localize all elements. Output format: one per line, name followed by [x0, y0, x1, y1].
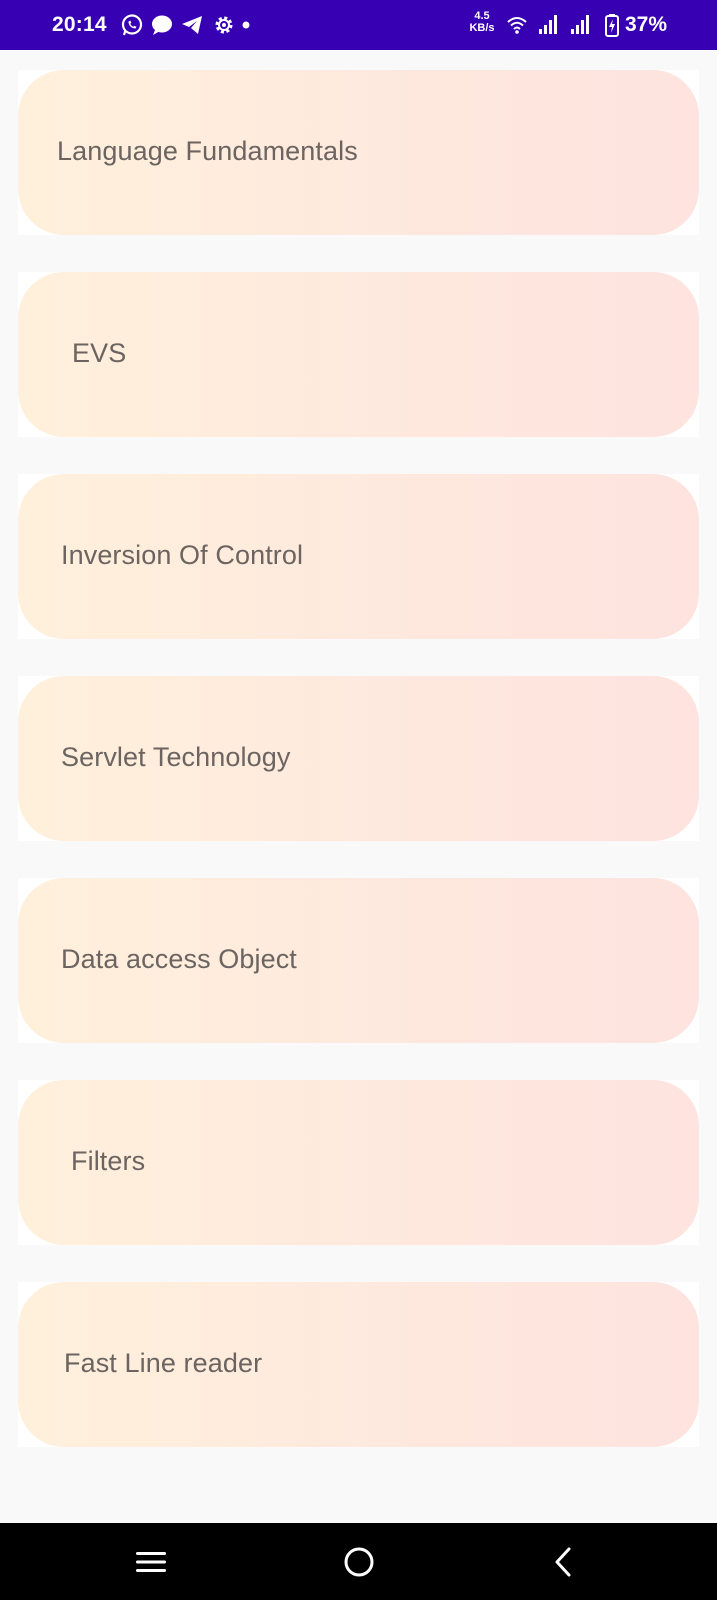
home-icon[interactable]	[336, 1539, 382, 1585]
topic-card-inversion-of-control[interactable]: Inversion Of Control	[18, 474, 699, 639]
topic-card-evs[interactable]: EVS	[18, 272, 699, 437]
topic-card-language-fundamentals[interactable]: Language Fundamentals	[18, 70, 699, 235]
topic-card-fast-line-reader[interactable]: Fast Line reader	[18, 1282, 699, 1447]
topic-card-servlet-technology[interactable]: Servlet Technology	[18, 676, 699, 841]
network-speed: 4.5 KB/s	[465, 10, 499, 34]
topic-card-label: Fast Line reader	[64, 1348, 263, 1378]
topic-card-container: Data access Object	[18, 878, 699, 1043]
settings-gear-icon	[212, 13, 236, 37]
topic-card-container: Inversion Of Control	[18, 474, 699, 639]
chat-bubble-icon	[150, 13, 174, 37]
topic-card-filters[interactable]: Filters	[18, 1080, 699, 1245]
notification-dot-icon	[238, 13, 262, 37]
signal-icon	[568, 13, 592, 37]
recent-apps-icon[interactable]	[128, 1539, 174, 1585]
signal-icon	[536, 13, 560, 37]
topic-card-label: Servlet Technology	[61, 742, 291, 772]
battery-charging-icon	[600, 13, 624, 37]
network-speed-unit: KB/s	[469, 22, 495, 34]
status-bar: 20:14 4.5 KB/s 37%	[0, 0, 717, 50]
topic-card-label: Filters	[71, 1146, 146, 1176]
topic-card-label: EVS	[72, 338, 127, 368]
topic-card-container: Servlet Technology	[18, 676, 699, 841]
navigation-bar	[0, 1523, 717, 1600]
topic-card-data-access-object[interactable]: Data access Object	[18, 878, 699, 1043]
topic-card-label: Inversion Of Control	[61, 540, 304, 570]
wifi-icon	[505, 13, 529, 37]
network-speed-value: 4.5	[474, 10, 490, 22]
topic-card-label: Language Fundamentals	[57, 136, 358, 166]
back-icon[interactable]	[541, 1539, 587, 1585]
battery-percent: 37%	[625, 13, 668, 36]
topic-card-label: Data access Object	[61, 944, 297, 974]
whatsapp-icon	[120, 13, 144, 37]
topic-card-container: Fast Line reader	[18, 1282, 699, 1447]
topic-card-container: Language Fundamentals	[18, 70, 699, 235]
telegram-icon	[180, 13, 204, 37]
topic-card-container: Filters	[18, 1080, 699, 1245]
status-time: 20:14	[52, 13, 107, 36]
topic-card-container: EVS	[18, 272, 699, 437]
